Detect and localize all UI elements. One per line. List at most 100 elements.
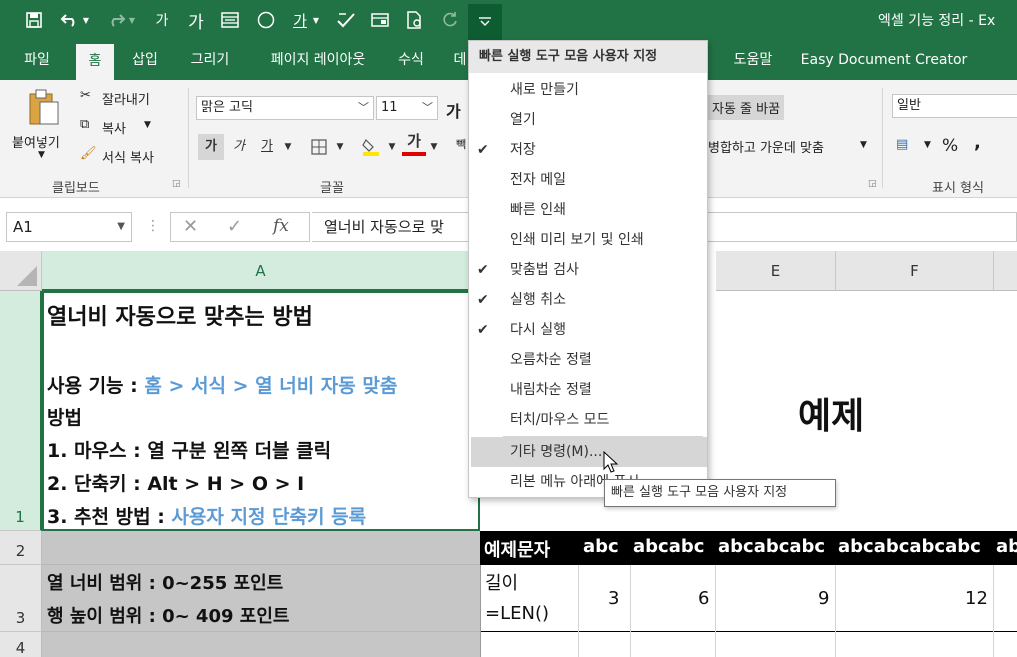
clipboard-launcher-icon[interactable]: ◲	[172, 179, 181, 189]
circle-icon[interactable]	[254, 8, 278, 32]
menu-item[interactable]: 인쇄 미리 보기 및 인쇄	[469, 225, 707, 255]
select-all-corner[interactable]	[0, 251, 42, 291]
accounting-dropdown-icon[interactable]: ▼	[924, 140, 931, 150]
print-preview-icon[interactable]	[368, 8, 392, 32]
cut-button[interactable]: 잘라내기	[102, 89, 150, 108]
format-painter-icon[interactable]: 🖌	[80, 146, 97, 161]
cancel-icon[interactable]: ✕	[183, 216, 198, 237]
cell-a4[interactable]	[42, 632, 480, 657]
underline-button[interactable]: 가	[256, 134, 278, 160]
bold-button[interactable]: 가	[198, 134, 224, 160]
tab-easy-document-creator[interactable]: Easy Document Creator	[798, 40, 970, 80]
font-color-dropdown-icon[interactable]: ▼	[428, 134, 440, 160]
row-header-1[interactable]: 1	[0, 291, 42, 531]
menu-item-more-commands[interactable]: 기타 명령(M)...	[471, 437, 707, 467]
comma-style-icon[interactable]: ,	[974, 132, 981, 153]
tab-formulas[interactable]: 수식	[394, 40, 428, 80]
menu-item[interactable]: 전자 메일	[469, 165, 707, 195]
paste-button[interactable]: 붙여넣기	[12, 132, 60, 151]
refresh-icon[interactable]	[438, 8, 462, 32]
checkmark-icon: ✔	[477, 142, 489, 158]
column-header-f[interactable]: F	[836, 251, 994, 291]
row-header-2[interactable]: 2	[0, 531, 42, 565]
font-color-dropdown-icon[interactable]: ▼	[310, 8, 322, 32]
cut-icon[interactable]: ✂	[80, 88, 91, 103]
paste-dropdown-icon[interactable]: ▼	[38, 150, 45, 160]
merge-icon[interactable]	[218, 8, 242, 32]
menu-item[interactable]: ✔ 저장	[469, 135, 707, 165]
a1-method: 방법	[47, 407, 82, 429]
document-icon[interactable]	[402, 8, 426, 32]
menu-item[interactable]: ✔ 다시 실행	[469, 315, 707, 345]
border-dropdown-icon[interactable]: ▼	[334, 134, 346, 160]
checkmark-icon: ✔	[477, 322, 489, 338]
number-format-combo[interactable]: 일반	[892, 94, 1017, 118]
column-header-a[interactable]: A	[42, 251, 480, 291]
wrap-text-button[interactable]: 자동 줄 바꿈	[708, 95, 785, 120]
menu-item[interactable]: ✔ 실행 취소	[469, 285, 707, 315]
phonetic-icon[interactable]: 빽	[456, 136, 466, 152]
spellcheck-icon[interactable]	[334, 8, 358, 32]
copy-dropdown-icon[interactable]: ▼	[144, 120, 151, 130]
font-color-icon[interactable]: 가	[288, 8, 312, 32]
menu-item-label: 다시 실행	[510, 322, 566, 338]
font-grow-icon[interactable]: 가	[184, 8, 208, 33]
menu-item-label: 전자 메일	[510, 172, 566, 188]
font-size-combo[interactable]: 11 ﹀	[376, 96, 438, 120]
more-icon: ⋮	[146, 218, 160, 234]
paste-icon[interactable]	[26, 88, 60, 132]
copy-icon[interactable]: ⧉	[80, 117, 89, 132]
undo-icon[interactable]	[58, 8, 82, 32]
cell-a2[interactable]	[42, 531, 480, 565]
name-box[interactable]: A1 ▼	[6, 212, 132, 242]
tab-data[interactable]: 데	[452, 40, 468, 80]
menu-item[interactable]: ✔ 맞춤법 검사	[469, 255, 707, 285]
menu-item[interactable]: 내림차순 정렬	[469, 375, 707, 405]
tab-insert[interactable]: 삽입	[124, 40, 166, 80]
percent-style-icon[interactable]: %	[942, 136, 958, 156]
menu-item[interactable]: 빠른 인쇄	[469, 195, 707, 225]
save-icon[interactable]	[22, 8, 46, 32]
formula-buttons: ✕ ✓ fx	[170, 212, 310, 242]
tab-file[interactable]: 파일	[10, 40, 64, 80]
font-grow-icon[interactable]: 가	[446, 98, 461, 122]
copy-button[interactable]: 복사	[102, 118, 126, 137]
a1-title: 열너비 자동으로 맞추는 방법	[47, 305, 313, 330]
row-header-4[interactable]: 4	[0, 632, 42, 657]
tab-help[interactable]: 도움말	[726, 40, 780, 80]
row-header-3[interactable]: 3	[0, 565, 42, 632]
length-value-abc3: 9	[818, 588, 830, 609]
fill-color-icon[interactable]	[358, 134, 384, 160]
format-painter-button[interactable]: 서식 복사	[102, 147, 154, 166]
tab-page-layout[interactable]: 페이지 레이아웃	[252, 40, 384, 80]
alignment-launcher-icon[interactable]: ◲	[868, 179, 877, 189]
customize-dropdown-icon[interactable]	[468, 4, 502, 40]
merge-center-button[interactable]: 병합하고 가운데 맞춤	[708, 137, 824, 156]
clipboard-group-label: 클립보드	[52, 181, 100, 196]
menu-item-label: 터치/마우스 모드	[510, 412, 610, 428]
column-header-e[interactable]: E	[716, 251, 836, 291]
accounting-format-icon[interactable]: ▤	[896, 137, 908, 152]
font-name-combo[interactable]: 맑은 고딕 ﹀	[196, 96, 374, 120]
merge-dropdown-icon[interactable]: ▼	[860, 140, 867, 150]
enter-icon[interactable]: ✓	[227, 216, 242, 237]
menu-item[interactable]: 오름차순 정렬	[469, 345, 707, 375]
tab-home[interactable]: 홈	[76, 44, 114, 80]
border-icon[interactable]	[306, 134, 332, 160]
font-shrink-icon[interactable]: 가	[150, 8, 174, 32]
underline-dropdown-icon[interactable]: ▼	[282, 134, 294, 160]
menu-item[interactable]: 터치/마우스 모드	[469, 405, 707, 435]
insert-function-icon[interactable]: fx	[273, 216, 289, 236]
redo-icon[interactable]	[104, 8, 128, 32]
fill-color-dropdown-icon[interactable]: ▼	[386, 134, 398, 160]
menu-item[interactable]: 열기	[469, 105, 707, 135]
length-value-abc: 3	[608, 588, 620, 609]
redo-dropdown-icon[interactable]: ▼	[126, 8, 138, 32]
font-color-icon[interactable]: 가	[402, 130, 426, 156]
column-header-g[interactable]	[994, 251, 1017, 291]
tab-draw[interactable]: 그리기	[180, 40, 240, 80]
menu-item-label: 열기	[510, 112, 536, 128]
menu-item[interactable]: 새로 만들기	[469, 75, 707, 105]
italic-button[interactable]: 가	[228, 134, 250, 160]
undo-dropdown-icon[interactable]: ▼	[80, 8, 92, 32]
